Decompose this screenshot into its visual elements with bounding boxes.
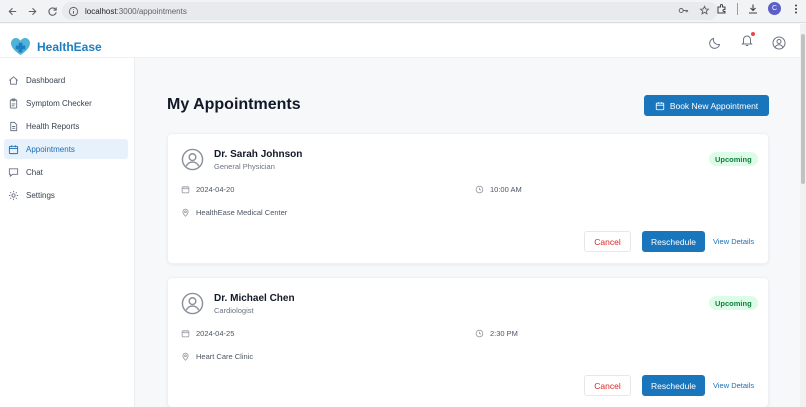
time-text: 2:30 PM bbox=[490, 329, 518, 338]
appointment-location: HealthEase Medical Center bbox=[181, 208, 287, 217]
page-scrollbar[interactable] bbox=[800, 24, 806, 407]
chat-icon bbox=[8, 167, 19, 177]
calendar-icon bbox=[181, 330, 190, 338]
clock-icon bbox=[475, 329, 484, 338]
clipboard-icon bbox=[9, 97, 18, 109]
calendar-icon bbox=[8, 144, 19, 154]
browser-toolbar: localhost:3000/appointments C bbox=[0, 0, 806, 23]
download-icon[interactable] bbox=[747, 3, 759, 15]
reschedule-button[interactable]: Reschedule bbox=[642, 375, 705, 396]
moon-icon[interactable] bbox=[708, 36, 722, 50]
map-pin-icon bbox=[182, 352, 189, 361]
view-details-link[interactable]: View Details bbox=[713, 237, 754, 246]
cancel-button[interactable]: Cancel bbox=[584, 375, 631, 396]
appointment-time: 2:30 PM bbox=[475, 329, 518, 338]
appointment-card: Dr. Sarah Johnson General Physician Upco… bbox=[167, 133, 769, 264]
time-text: 10:00 AM bbox=[490, 185, 522, 194]
app-name: HealthEase bbox=[37, 39, 102, 54]
forward-icon[interactable] bbox=[22, 1, 42, 21]
sidebar-item-label: Health Reports bbox=[26, 121, 80, 131]
location-text: HealthEase Medical Center bbox=[196, 208, 288, 217]
url-path: :3000/appointments bbox=[116, 6, 187, 16]
heart-logo-icon bbox=[11, 37, 30, 56]
sidebar-item-label: Dashboard bbox=[26, 75, 66, 85]
notification-bell[interactable] bbox=[740, 32, 755, 52]
page-title: My Appointments bbox=[167, 96, 301, 113]
url-host: localhost bbox=[85, 6, 117, 16]
kebab-menu-icon[interactable] bbox=[790, 3, 802, 15]
profile-avatar[interactable]: C bbox=[768, 2, 781, 15]
brand[interactable]: HealthEase bbox=[10, 37, 102, 56]
sidebar-item-health-reports[interactable]: Health Reports bbox=[4, 116, 128, 136]
key-icon[interactable] bbox=[678, 5, 689, 16]
appointment-date: 2024-04-20 bbox=[181, 185, 234, 194]
address-bar[interactable]: localhost:3000/appointments bbox=[62, 2, 718, 20]
map-pin-icon bbox=[182, 208, 189, 217]
doctor-name: Dr. Michael Chen bbox=[214, 293, 295, 304]
appointment-time: 10:00 AM bbox=[475, 185, 522, 194]
app-header: HealthEase bbox=[0, 24, 800, 58]
user-account-icon[interactable] bbox=[772, 36, 786, 50]
sidebar-item-dashboard[interactable]: Dashboard bbox=[4, 70, 128, 90]
sidebar-item-label: Chat bbox=[26, 167, 43, 177]
toolbar-divider bbox=[737, 2, 738, 15]
date-text: 2024-04-25 bbox=[196, 329, 235, 338]
status-badge: Upcoming bbox=[709, 152, 758, 166]
sidebar-item-appointments[interactable]: Appointments bbox=[4, 139, 128, 159]
home-icon bbox=[9, 75, 18, 85]
appointment-card: Dr. Michael Chen Cardiologist Upcoming 2… bbox=[167, 277, 769, 407]
reload-icon[interactable] bbox=[42, 1, 62, 21]
cancel-button[interactable]: Cancel bbox=[584, 231, 631, 252]
sidebar-item-settings[interactable]: Settings bbox=[4, 185, 128, 205]
url-text: localhost:3000/appointments bbox=[85, 7, 187, 16]
calendar-icon bbox=[181, 186, 190, 194]
location-text: Heart Care Clinic bbox=[196, 352, 254, 361]
user-avatar-icon bbox=[181, 292, 204, 315]
extensions-icon[interactable] bbox=[716, 3, 728, 15]
reschedule-button[interactable]: Reschedule bbox=[642, 231, 705, 252]
document-icon bbox=[10, 121, 18, 131]
notification-dot bbox=[751, 32, 755, 36]
clock-icon bbox=[475, 185, 484, 194]
scroll-thumb[interactable] bbox=[801, 34, 805, 184]
doctor-name: Dr. Sarah Johnson bbox=[214, 149, 303, 160]
star-icon[interactable] bbox=[699, 5, 710, 16]
sidebar-item-label: Appointments bbox=[26, 144, 75, 154]
appointment-date: 2024-04-25 bbox=[181, 329, 234, 338]
book-new-appointment-button[interactable]: Book New Appointment bbox=[644, 95, 769, 116]
sidebar-item-label: Symptom Checker bbox=[26, 98, 92, 108]
date-text: 2024-04-20 bbox=[196, 185, 235, 194]
back-icon[interactable] bbox=[2, 1, 22, 21]
sidebar-item-chat[interactable]: Chat bbox=[4, 162, 128, 182]
doctor-specialty: General Physician bbox=[214, 162, 275, 171]
view-details-link[interactable]: View Details bbox=[713, 381, 754, 390]
sidebar-item-symptom-checker[interactable]: Symptom Checker bbox=[4, 93, 128, 113]
sidebar: Dashboard Symptom Checker Health Reports… bbox=[0, 58, 135, 407]
gear-icon bbox=[8, 190, 19, 200]
site-info-icon[interactable] bbox=[68, 6, 79, 17]
appointment-location: Heart Care Clinic bbox=[181, 352, 253, 361]
book-button-label: Book New Appointment bbox=[669, 100, 759, 111]
user-avatar-icon bbox=[181, 148, 204, 171]
calendar-icon bbox=[655, 101, 664, 110]
doctor-specialty: Cardiologist bbox=[214, 306, 254, 315]
sidebar-item-label: Settings bbox=[26, 190, 55, 200]
status-badge: Upcoming bbox=[709, 296, 758, 310]
